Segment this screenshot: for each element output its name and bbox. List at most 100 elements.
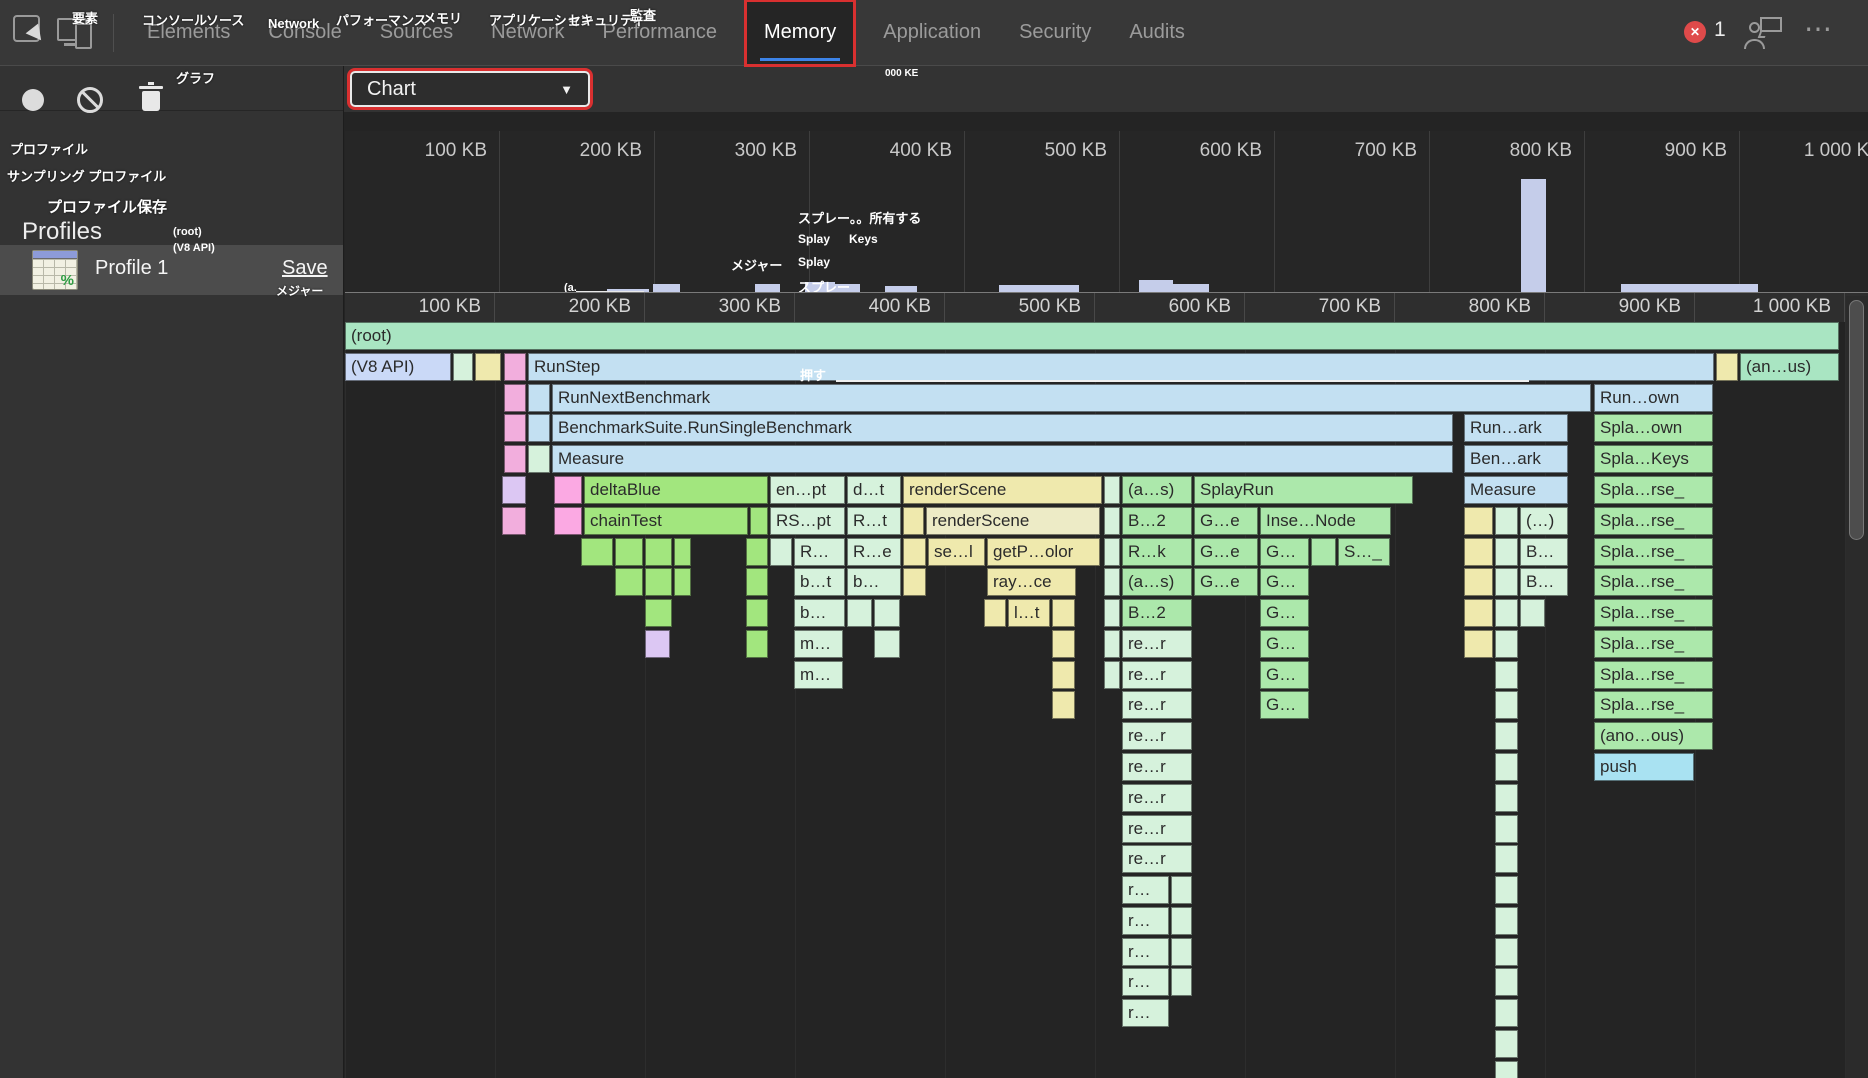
flame-cell[interactable] <box>1495 538 1518 566</box>
flame-cell[interactable] <box>554 476 582 504</box>
flame-cell[interactable]: re…r <box>1122 815 1192 843</box>
feedback-icon[interactable] <box>1744 17 1782 49</box>
flame-cell[interactable]: chainTest <box>584 507 748 535</box>
flame-cell[interactable] <box>1171 938 1192 966</box>
flame-cell[interactable]: re…r <box>1122 661 1192 689</box>
flame-cell[interactable]: Inse…Node <box>1260 507 1391 535</box>
flame-cell[interactable] <box>1495 845 1518 873</box>
flame-cell[interactable]: re…r <box>1122 630 1192 658</box>
flame-cell[interactable] <box>903 568 926 596</box>
flame-cell[interactable]: G… <box>1260 661 1309 689</box>
flame-cell[interactable] <box>1495 938 1518 966</box>
flame-cell[interactable]: (ano…ous) <box>1594 722 1713 750</box>
flame-cell[interactable]: ray…ce <box>987 568 1076 596</box>
flame-cell[interactable]: r… <box>1122 876 1169 904</box>
flame-cell[interactable] <box>1464 630 1493 658</box>
flame-cell[interactable]: Spla…rse_ <box>1594 691 1713 719</box>
flame-cell[interactable]: (a…s) <box>1122 568 1192 596</box>
flame-cell[interactable]: renderScene <box>926 507 1100 535</box>
flame-cell[interactable]: r… <box>1122 938 1169 966</box>
flame-cell[interactable]: Ben…ark <box>1464 445 1568 473</box>
flame-cell[interactable] <box>1495 599 1518 627</box>
flame-cell[interactable] <box>581 538 613 566</box>
flame-cell[interactable] <box>1311 538 1336 566</box>
flame-cell[interactable]: Spla…rse_ <box>1594 507 1713 535</box>
flame-cell[interactable] <box>847 599 872 627</box>
flame-cell[interactable] <box>615 538 643 566</box>
flame-cell[interactable] <box>746 630 768 658</box>
flame-cell[interactable] <box>502 507 526 535</box>
flame-cell[interactable]: renderScene <box>903 476 1102 504</box>
flame-cell[interactable]: B…2 <box>1122 507 1192 535</box>
flame-cell[interactable]: b… <box>794 599 845 627</box>
flame-cell[interactable]: d…t <box>847 476 901 504</box>
clear-profiles-icon[interactable] <box>77 87 103 113</box>
flame-cell[interactable] <box>1104 476 1120 504</box>
flame-cell[interactable]: G… <box>1260 568 1309 596</box>
flame-cell[interactable] <box>1495 1030 1518 1058</box>
flame-cell[interactable] <box>1495 907 1518 935</box>
flame-chart[interactable]: (root)(V8 API)RunStep(an…us)RunNextBench… <box>345 322 1868 1078</box>
flame-cell[interactable]: en…pt <box>770 476 845 504</box>
flame-cell[interactable] <box>746 599 768 627</box>
more-options-icon[interactable]: ⋯ <box>1804 12 1834 45</box>
flame-cell[interactable] <box>528 445 550 473</box>
flame-cell[interactable] <box>750 507 768 535</box>
flame-cell[interactable] <box>645 538 672 566</box>
flame-cell[interactable]: l…t <box>1008 599 1050 627</box>
flame-cell[interactable] <box>1104 568 1120 596</box>
flame-cell[interactable]: re…r <box>1122 753 1192 781</box>
record-profile-icon[interactable] <box>22 89 44 111</box>
flame-cell[interactable] <box>645 630 670 658</box>
flame-cell[interactable]: Run…own <box>1594 384 1713 412</box>
flame-cell[interactable]: Spla…own <box>1594 414 1713 442</box>
flame-cell[interactable]: SplayRun <box>1194 476 1413 504</box>
flame-cell[interactable] <box>504 445 526 473</box>
flame-cell[interactable]: re…r <box>1122 845 1192 873</box>
flame-cell[interactable] <box>615 568 643 596</box>
flame-cell[interactable]: B…2 <box>1122 599 1192 627</box>
flame-cell[interactable] <box>1495 999 1518 1027</box>
flame-cell[interactable]: RunStep <box>528 353 1714 381</box>
flame-cell[interactable] <box>1464 507 1493 535</box>
flame-cell[interactable]: Measure <box>1464 476 1568 504</box>
flame-cell[interactable] <box>746 538 768 566</box>
flame-cell[interactable] <box>1495 568 1518 596</box>
flame-cell[interactable]: re…r <box>1122 784 1192 812</box>
flame-cell[interactable] <box>1495 815 1518 843</box>
flame-cell[interactable] <box>453 353 473 381</box>
flame-cell[interactable] <box>1495 1061 1518 1078</box>
flame-cell[interactable] <box>1464 599 1493 627</box>
flame-cell[interactable]: Measure <box>552 445 1453 473</box>
flame-cell[interactable] <box>1104 630 1120 658</box>
flame-cell[interactable] <box>504 414 526 442</box>
flame-cell[interactable] <box>770 538 792 566</box>
inspect-element-icon[interactable] <box>13 15 40 42</box>
tab-memory[interactable]: Memory <box>745 0 855 66</box>
flame-cell[interactable] <box>1104 507 1120 535</box>
flame-cell[interactable] <box>1495 507 1518 535</box>
flame-cell[interactable] <box>645 599 672 627</box>
flame-cell[interactable] <box>1104 661 1120 689</box>
flame-cell[interactable] <box>1520 599 1545 627</box>
flame-cell[interactable] <box>1052 599 1075 627</box>
flame-cell[interactable] <box>1495 722 1518 750</box>
flame-cell[interactable] <box>874 599 900 627</box>
flame-cell[interactable]: r… <box>1122 968 1169 996</box>
flame-cell[interactable] <box>1052 630 1075 658</box>
flame-cell[interactable]: (root) <box>345 322 1839 350</box>
flame-cell[interactable]: se…l <box>928 538 985 566</box>
flame-cell[interactable]: re…r <box>1122 722 1192 750</box>
flame-cell[interactable] <box>528 414 550 442</box>
flame-cell[interactable]: b…t <box>794 568 845 596</box>
save-link[interactable]: Save <box>282 257 328 280</box>
flame-cell[interactable]: G… <box>1260 630 1309 658</box>
flame-cell[interactable]: getP…olor <box>987 538 1100 566</box>
flame-cell[interactable] <box>1104 599 1120 627</box>
flame-cell[interactable]: m… <box>794 661 843 689</box>
flame-cell[interactable] <box>475 353 501 381</box>
flame-cell[interactable]: deltaBlue <box>584 476 768 504</box>
view-select[interactable]: Chart ▼ <box>350 71 590 107</box>
flame-cell[interactable] <box>984 599 1006 627</box>
flame-cell[interactable]: G…e <box>1194 507 1258 535</box>
